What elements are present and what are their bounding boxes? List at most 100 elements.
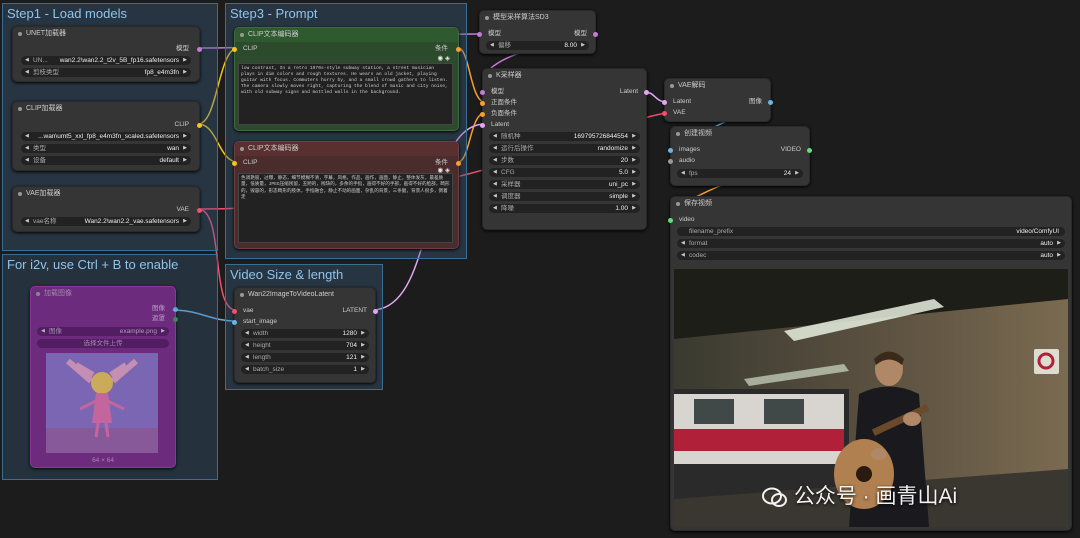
- wan-latent-title: Wan22ImageToVideoLatent: [235, 288, 375, 302]
- clip-loader-node[interactable]: CLIP加载器 CLIP ◀ ...wan\umt5_xxl_fp8_e4m3fn…: [12, 101, 202, 171]
- vae-decode-output-label: 图像: [749, 98, 762, 105]
- create-video-audio-port[interactable]: [668, 159, 673, 164]
- ksampler-node[interactable]: K采样器 模型 正面条件 负面条件 Latent Latent ◀ 随机种 1697…: [480, 68, 649, 230]
- vae-decode-vae-port[interactable]: [662, 111, 667, 116]
- unet-output-port[interactable]: [197, 47, 202, 52]
- load-image-output-mask-label: 遮罩: [152, 315, 165, 322]
- ksampler-model-label: 模型: [491, 88, 504, 95]
- upload-button-label: 选择文件上传: [83, 340, 123, 347]
- vae-loader-title: VAE加载器: [13, 187, 199, 201]
- negative-clip-input-port[interactable]: [232, 161, 237, 166]
- create-video-output-label: VIDEO: [780, 146, 801, 153]
- dtype-label: 剪枝类型: [33, 69, 59, 76]
- sampler-label: 采样器: [501, 181, 521, 188]
- ksampler-model-port[interactable]: [480, 90, 485, 95]
- group-step3-title: Step3 - Prompt: [230, 6, 318, 21]
- ksampler-scheduler-widget[interactable]: ◀ 调度器 simple ▶: [489, 192, 640, 201]
- negative-prompt-node[interactable]: CLIP文本编码器 CLIP 条件 ◉ ◈ 色调艳丽，过曝，静态，细节模糊不清，…: [232, 141, 461, 249]
- length-widget[interactable]: ◀ length 121 ▶: [241, 353, 369, 362]
- watermark: 公众号 · 画青山Ai: [762, 480, 957, 510]
- positive-prompt-title: CLIP文本编码器: [235, 28, 458, 42]
- denoise-value: 1.00: [615, 205, 628, 212]
- prompt-settings-icon[interactable]: ◉ ◈: [438, 55, 450, 63]
- save-video-input-port[interactable]: [668, 218, 673, 223]
- load-image-file-widget[interactable]: ◀ 图像 example.png ▶: [37, 327, 169, 336]
- load-image-title: 加载图像: [31, 287, 175, 301]
- unet-loader-node[interactable]: UNET加载器 模型 ◀ UN... wan2.2\wan2.2_t2v_5B_fp…: [12, 26, 202, 82]
- denoise-label: 降噪: [501, 205, 514, 212]
- vae-loader-node[interactable]: VAE加载器 VAE ◀ vae名称 Wan2.2\wan2.2_vae.safet…: [12, 186, 202, 232]
- vae-decode-title: VAE解码: [665, 79, 770, 93]
- batch-size-widget[interactable]: ◀ batch_size 1 ▶: [241, 365, 369, 374]
- ksampler-denoise-widget[interactable]: ◀ 降噪 1.00 ▶: [489, 204, 640, 213]
- format-value: auto: [1040, 240, 1053, 247]
- wan-latent-vae-port[interactable]: [232, 309, 237, 314]
- vae-decode-latent-port[interactable]: [662, 100, 667, 105]
- negative-prompt-text[interactable]: 色调艳丽，过曝，静态，细节模糊不清，字幕，风格，作品，画作，画面，静止，整体发灰…: [238, 173, 453, 243]
- fps-widget[interactable]: ◀ fps 24 ▶: [677, 169, 803, 178]
- wan-latent-vae-label: vae: [243, 307, 254, 314]
- vae-output-port[interactable]: [197, 208, 202, 213]
- format-widget[interactable]: ◀ format auto ▶: [677, 239, 1065, 248]
- width-widget[interactable]: ◀ width 1280 ▶: [241, 329, 369, 338]
- ksampler-control-widget[interactable]: ◀ 运行后操作 randomize ▶: [489, 144, 640, 153]
- load-image-node[interactable]: 加载图像 图像 遮罩 ◀ 图像 example.png ▶ 选择文件上传 64 × 6…: [30, 286, 178, 468]
- negative-clip-input-label: CLIP: [243, 159, 258, 166]
- create-video-images-port[interactable]: [668, 148, 673, 153]
- load-image-image-port[interactable]: [173, 307, 178, 312]
- height-widget[interactable]: ◀ height 704 ▶: [241, 341, 369, 350]
- shift-value: 8.00: [564, 42, 577, 49]
- clip-type-label: 类型: [33, 145, 46, 152]
- ksampler-sampler-widget[interactable]: ◀ 采样器 uni_pc ▶: [489, 180, 640, 189]
- example-image-drawing: [46, 353, 158, 453]
- positive-output-label: 条件: [435, 45, 448, 52]
- ksampler-steps-widget[interactable]: ◀ 步数 20 ▶: [489, 156, 640, 165]
- ksampler-positive-label: 正面条件: [491, 99, 517, 106]
- negative-output-port[interactable]: [456, 161, 461, 166]
- ksampler-latent-port[interactable]: [480, 123, 485, 128]
- ksampler-negative-port[interactable]: [480, 112, 485, 117]
- wan-latent-node[interactable]: Wan22ImageToVideoLatent vae start_image …: [232, 287, 378, 383]
- vae-decode-output-port[interactable]: [768, 100, 773, 105]
- model-sampling-output-port[interactable]: [593, 32, 598, 37]
- group-video-size-title: Video Size & length: [230, 267, 344, 282]
- steps-label: 步数: [501, 157, 514, 164]
- vae-decode-node[interactable]: VAE解码 Latent VAE 图像: [662, 78, 773, 122]
- unet-name-widget[interactable]: ◀ UN... wan2.2\wan2.2_t2v_5B_fp16.safetens…: [21, 56, 191, 65]
- upload-button[interactable]: 选择文件上传: [37, 339, 169, 348]
- clip-output-port[interactable]: [197, 123, 202, 128]
- model-sampling-node[interactable]: 模型采样算法SD3 模型 模型 ◀ 偏移 8.00 ▶: [477, 10, 598, 54]
- create-video-title: 创建视频: [671, 127, 809, 141]
- sampler-value: uni_pc: [608, 181, 628, 188]
- wan-latent-start-image-port[interactable]: [232, 320, 237, 325]
- ksampler-negative-label: 负面条件: [491, 110, 517, 117]
- ksampler-output-port[interactable]: [644, 90, 649, 95]
- dtype-widget[interactable]: ◀ 剪枝类型 fp8_e4m3fn ▶: [21, 68, 191, 77]
- ksampler-positive-port[interactable]: [480, 101, 485, 106]
- model-sampling-input-port[interactable]: [477, 32, 482, 37]
- fps-label: fps: [689, 170, 698, 177]
- wan-latent-output-port[interactable]: [373, 309, 378, 314]
- clip-device-widget[interactable]: ◀ 设备 default ▶: [21, 156, 191, 165]
- load-image-mask-port[interactable]: [173, 317, 178, 322]
- load-image-preview: [46, 353, 158, 453]
- create-video-images-label: images: [679, 146, 700, 153]
- positive-output-port[interactable]: [456, 47, 461, 52]
- positive-prompt-text[interactable]: low contrast, In a retro 1970s-style sub…: [238, 63, 453, 125]
- shift-widget[interactable]: ◀ 偏移 8.00 ▶: [486, 41, 589, 50]
- ksampler-cfg-widget[interactable]: ◀ CFG 5.0 ▶: [489, 168, 640, 177]
- model-sampling-input-label: 模型: [488, 30, 501, 37]
- vae-name-widget[interactable]: ◀ vae名称 Wan2.2\wan2.2_vae.safetensors ▶: [21, 217, 191, 226]
- create-video-node[interactable]: 创建视频 images audio VIDEO ◀ fps 24 ▶: [668, 126, 812, 186]
- clip-device-value: default: [159, 157, 179, 164]
- clip-type-widget[interactable]: ◀ 类型 wan ▶: [21, 144, 191, 153]
- positive-prompt-node[interactable]: CLIP文本编码器 CLIP 条件 ◉ ◈ low contrast, In a…: [232, 27, 461, 131]
- ksampler-seed-widget[interactable]: ◀ 随机种 169795726844554 ▶: [489, 132, 640, 141]
- vae-output-label: VAE: [176, 206, 189, 213]
- codec-widget[interactable]: ◀ codec auto ▶: [677, 251, 1065, 260]
- clip-name-widget[interactable]: ◀ ...wan\umt5_xxl_fp8_e4m3fn_scaled.safet…: [21, 132, 191, 141]
- positive-clip-input-port[interactable]: [232, 47, 237, 52]
- create-video-output-port[interactable]: [807, 148, 812, 153]
- filename-prefix-widget[interactable]: filename_prefix video/ComfyUI: [677, 227, 1065, 236]
- load-image-output-image-label: 图像: [152, 305, 165, 312]
